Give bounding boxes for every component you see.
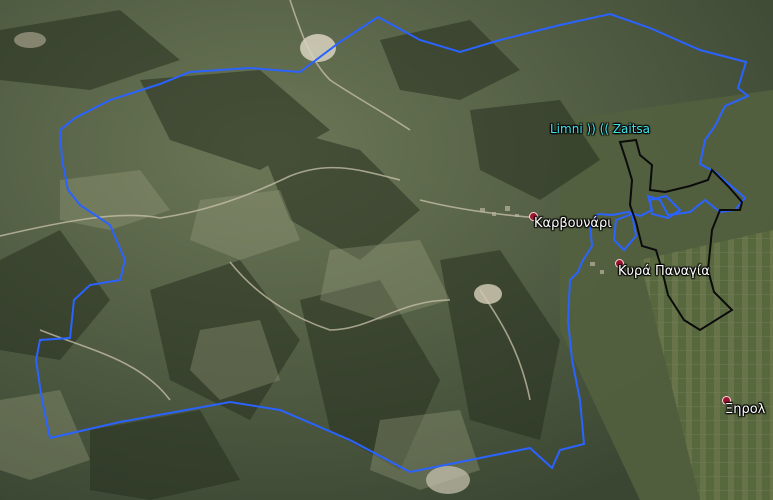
label-xirol: Ξηρολ bbox=[725, 402, 766, 417]
map-view[interactable]: Limni )) (( Zaitsa Καρβουνάρι Κυρά Παναγ… bbox=[0, 0, 773, 500]
label-limni-zaitsa: Limni )) (( Zaitsa bbox=[550, 122, 651, 136]
label-karvounari: Καρβουνάρι bbox=[534, 216, 612, 231]
satellite-imagery bbox=[0, 0, 773, 500]
label-kyra-panagia: Κυρά Παναγία bbox=[618, 264, 710, 279]
